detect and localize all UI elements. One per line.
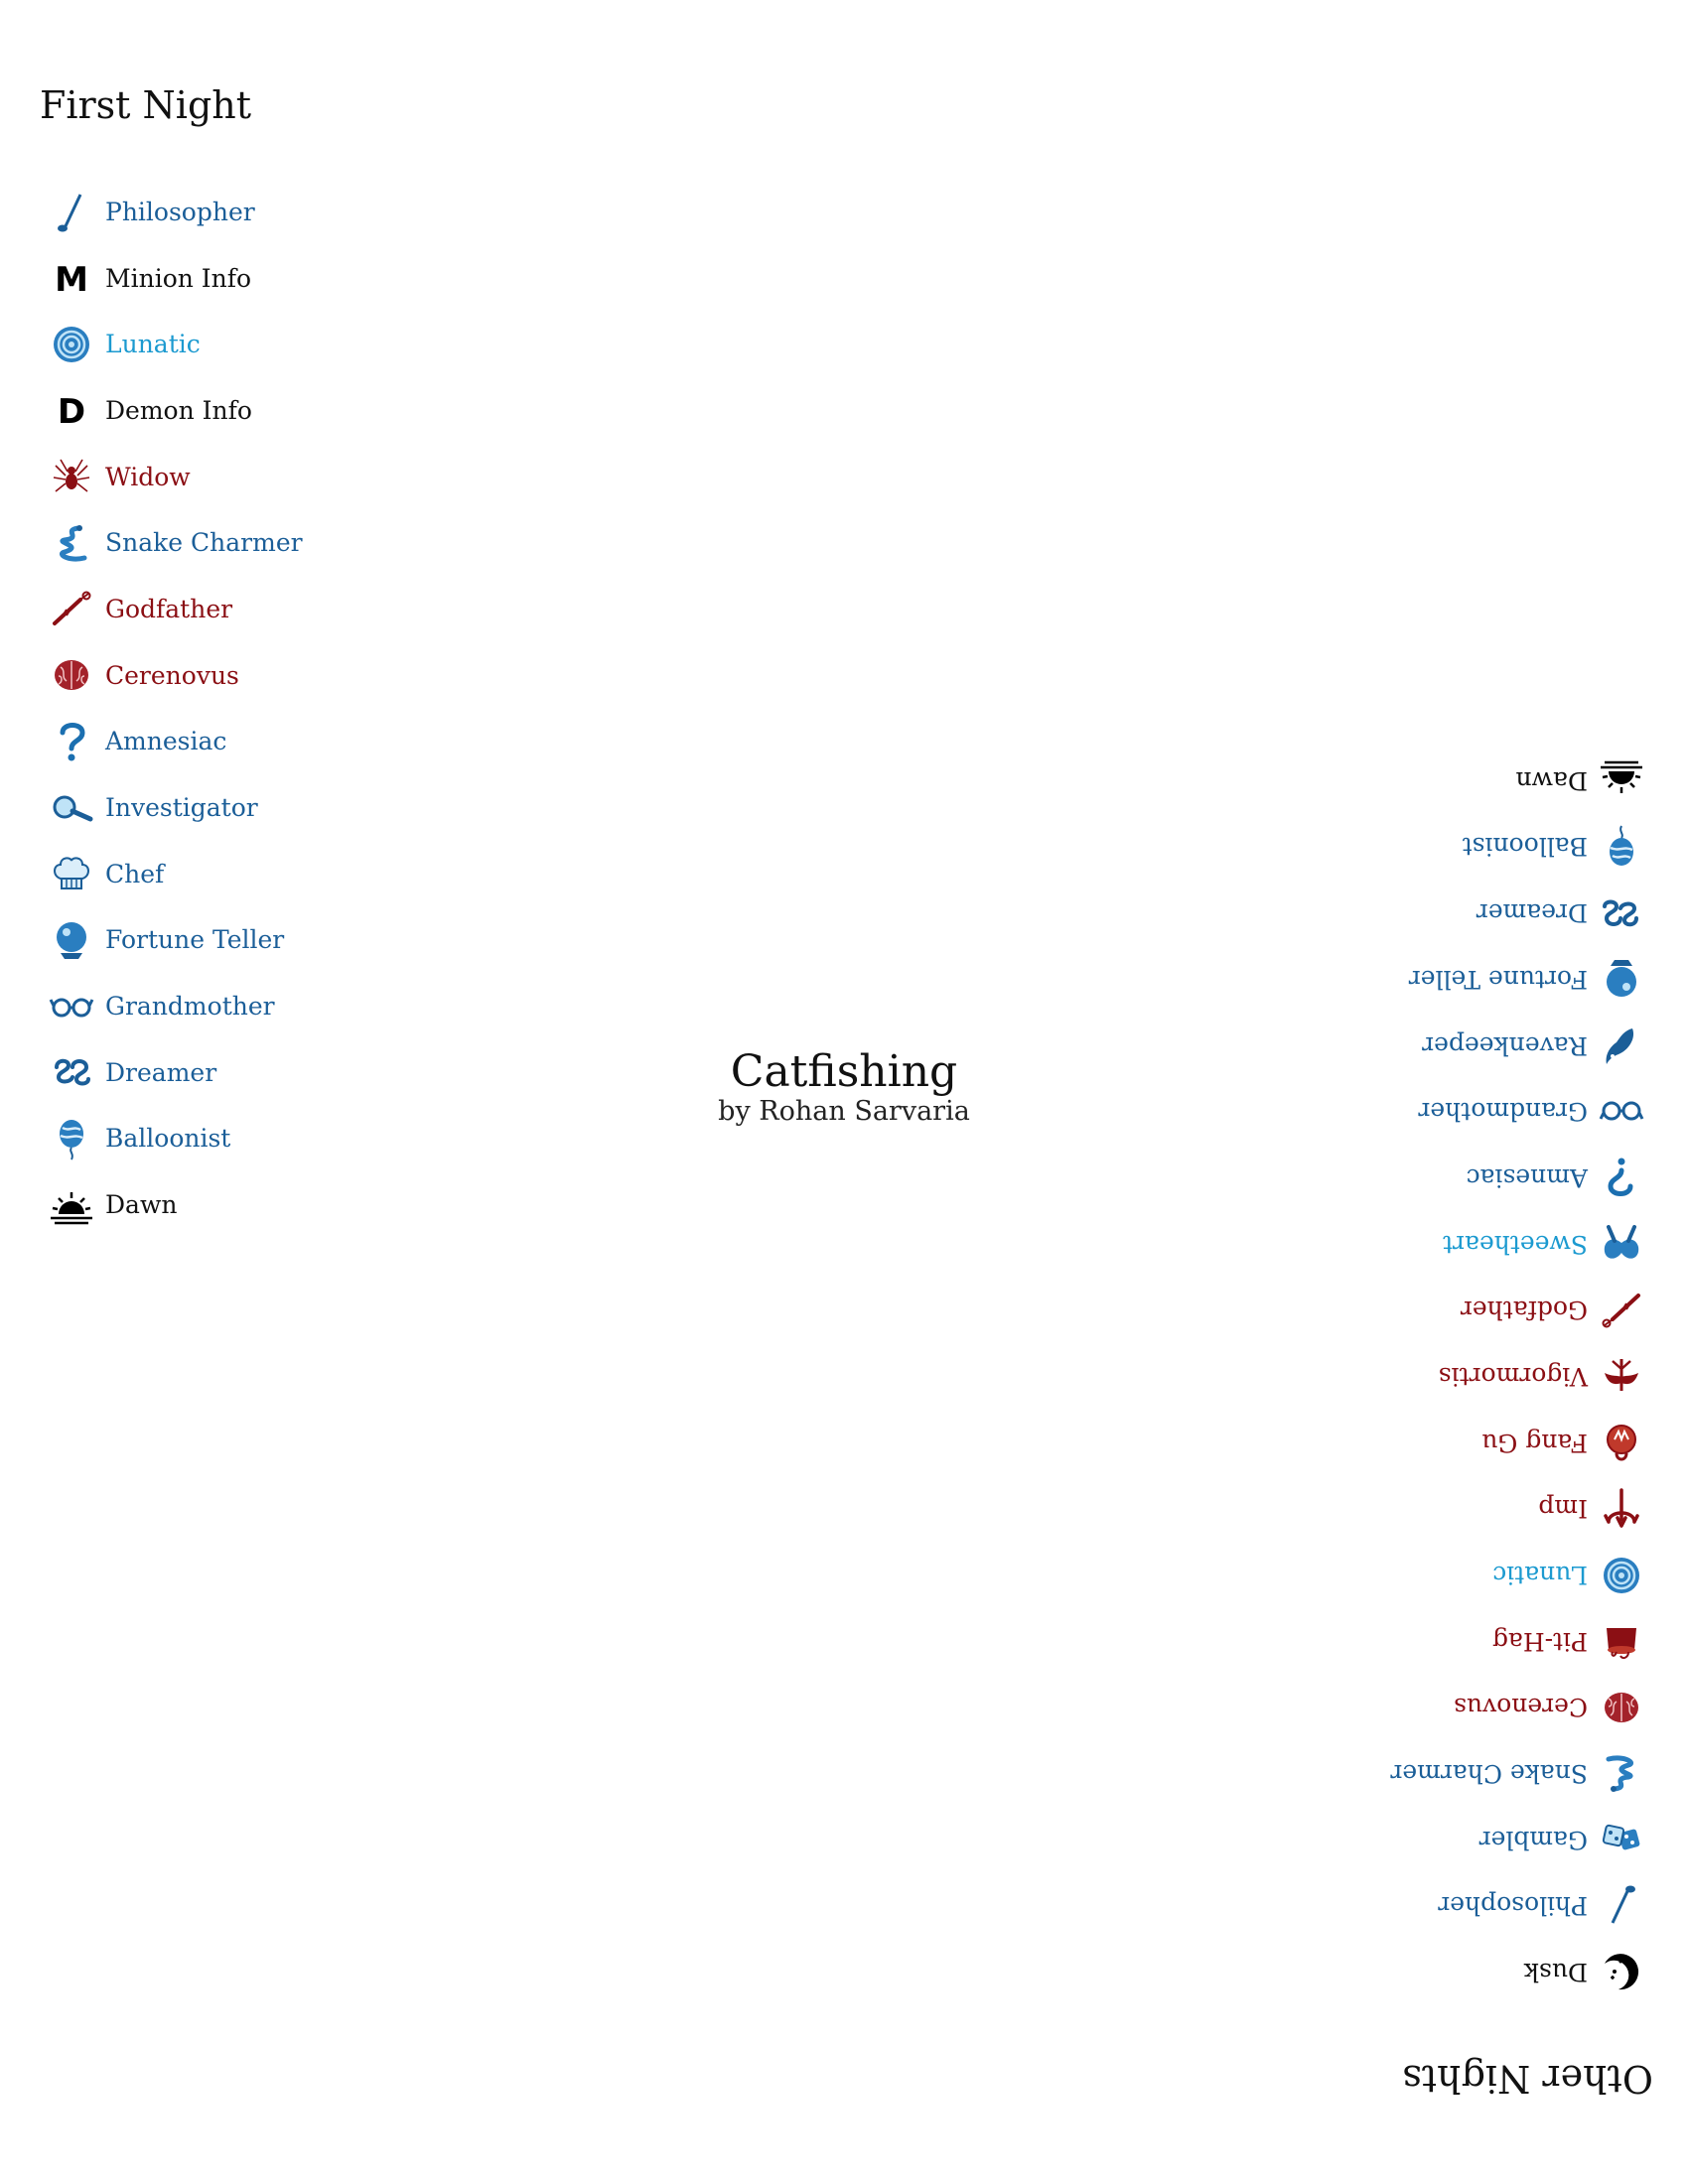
character-label: Dreamer — [1476, 898, 1588, 928]
character-label: Sweetheart — [1443, 1229, 1588, 1259]
other-nights-title: Other Nights — [1402, 2057, 1653, 2101]
imp-icon — [1600, 1487, 1643, 1531]
other-nights-item-snake-charmer: Snake Charmer — [1390, 1740, 1643, 1807]
character-label: Cerenovus — [1454, 1693, 1588, 1722]
amnesiac-icon — [1600, 1156, 1643, 1199]
other-nights-item-cerenovus: Cerenovus — [1390, 1675, 1643, 1741]
gambler-icon — [1600, 1818, 1643, 1861]
dusk-icon — [1600, 1951, 1643, 1994]
balloonist-icon — [1600, 825, 1643, 869]
character-label: Dawn — [1515, 765, 1588, 795]
pit-hag-icon — [1600, 1619, 1643, 1663]
godfather-icon — [1600, 1289, 1643, 1332]
character-label: Fang Gu — [1481, 1428, 1588, 1457]
character-label: Imp — [1538, 1494, 1588, 1524]
vigormortis-icon — [1600, 1354, 1643, 1398]
other-nights-item-amnesiac: Amnesiac — [1390, 1145, 1643, 1211]
snake-charmer-icon — [1600, 1752, 1643, 1796]
other-nights-item-pit-hag: Pit-Hag — [1390, 1608, 1643, 1675]
philosopher-icon — [1600, 1884, 1643, 1928]
fortune-teller-icon — [1600, 957, 1643, 1001]
other-nights-item-vigormortis: Vigormortis — [1390, 1343, 1643, 1410]
character-label: Philosopher — [1438, 1891, 1588, 1921]
other-nights-item-grandmother: Grandmother — [1390, 1078, 1644, 1145]
other-nights-list: Dusk Philosopher Gambler Snake Charmer Ceren… — [1390, 748, 1644, 2005]
other-nights-item-sweetheart: Sweetheart — [1390, 1211, 1643, 1278]
character-label: Gambler — [1478, 1825, 1588, 1854]
other-nights-item-ravenkeeper: Ravenkeeper — [1390, 1013, 1643, 1079]
other-nights-item-lunatic: Lunatic — [1390, 1542, 1643, 1608]
cerenovus-icon — [1600, 1686, 1643, 1729]
other-nights-item-philosopher: Philosopher — [1390, 1873, 1643, 1940]
character-label: Godfather — [1460, 1296, 1588, 1325]
character-label: Vigormortis — [1438, 1361, 1588, 1391]
character-label: Fortune Teller — [1408, 964, 1588, 994]
other-nights-item-fortune-teller: Fortune Teller — [1390, 946, 1643, 1013]
other-nights-item-dawn: Dawn — [1390, 748, 1643, 814]
character-label: Pit-Hag — [1491, 1626, 1588, 1656]
character-label: Ravenkeeper — [1422, 1030, 1588, 1060]
character-label: Balloonist — [1462, 832, 1588, 862]
other-nights-panel: Other Nights Dusk Philosopher Gambler Snake… — [0, 0, 1688, 2184]
other-nights-item-dusk: Dusk — [1390, 1939, 1643, 2005]
character-label: Lunatic — [1492, 1561, 1588, 1590]
character-label: Dusk — [1523, 1958, 1588, 1987]
fang-gu-icon — [1600, 1421, 1643, 1464]
ravenkeeper-icon — [1600, 1024, 1643, 1067]
grandmother-icon — [1599, 1090, 1644, 1134]
other-nights-item-godfather: Godfather — [1390, 1277, 1643, 1343]
other-nights-item-balloonist: Balloonist — [1390, 814, 1643, 881]
character-label: Amnesiac — [1466, 1162, 1588, 1192]
lunatic-icon — [1600, 1554, 1643, 1597]
dawn-icon — [1600, 758, 1643, 802]
other-nights-item-dreamer: Dreamer — [1390, 880, 1643, 946]
other-nights-item-gambler: Gambler — [1390, 1807, 1643, 1873]
other-nights-item-imp: Imp — [1390, 1476, 1643, 1543]
dreamer-icon — [1600, 891, 1643, 935]
character-label: Snake Charmer — [1390, 1759, 1588, 1789]
other-nights-item-fang-gu: Fang Gu — [1390, 1410, 1643, 1476]
sweetheart-icon — [1600, 1222, 1643, 1266]
character-label: Grandmother — [1418, 1097, 1588, 1127]
